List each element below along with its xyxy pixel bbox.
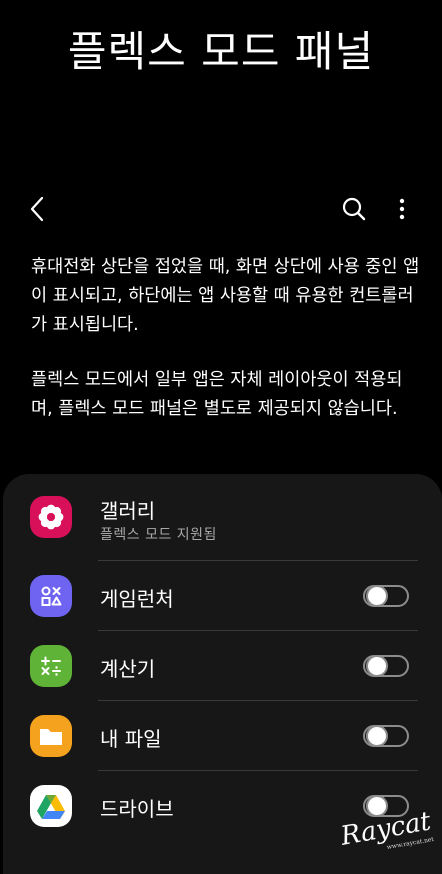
calc-symbols-icon [41,656,61,676]
search-icon [342,197,366,221]
back-button[interactable] [17,188,59,230]
folder-shape-icon [40,729,62,745]
flower-icon [38,504,64,530]
gallery-icon [30,496,72,538]
list-item-gallery[interactable]: 갤러리 플렉스 모드 지원됨 [3,488,442,558]
app-name: 갤러리 [100,499,156,523]
description-text-1: 휴대전화 상단을 접었을 때, 화면 상단에 사용 중인 앱이 표시되고, 하단… [31,257,420,335]
calculator-icon [30,645,72,687]
app-name: 내 파일 [100,727,162,751]
app-name: 게임런처 [100,587,174,611]
toggle-switch[interactable] [363,585,409,607]
app-list-panel: 갤러리 플렉스 모드 지원됨 게임런처 계산기 내 파일 드라이브 [3,474,442,874]
list-item-my-files[interactable]: 내 파일 [3,701,442,771]
back-arrow-icon [30,196,44,222]
app-subtitle: 플렉스 모드 지원됨 [100,527,217,543]
game-launcher-icon [30,575,72,617]
app-name: 계산기 [100,657,156,681]
toggle-switch[interactable] [363,655,409,677]
app-name: 드라이브 [100,797,174,821]
more-vertical-icon [399,198,405,220]
drive-triangle-icon [37,795,65,819]
description-text-2: 플렉스 모드에서 일부 앱은 자체 레이아웃이 적용되며, 플렉스 모드 패널은… [31,370,403,419]
toolbar [0,188,442,230]
folder-icon [30,715,72,757]
toggle-switch[interactable] [363,725,409,747]
list-item-game-launcher[interactable]: 게임런처 [3,561,442,631]
page-title: 플렉스 모드 패널 [67,27,375,76]
list-item-calculator[interactable]: 계산기 [3,631,442,701]
game-symbols-icon [41,586,62,606]
google-drive-icon [30,785,72,827]
search-button[interactable] [333,188,375,230]
more-options-button[interactable] [381,188,423,230]
